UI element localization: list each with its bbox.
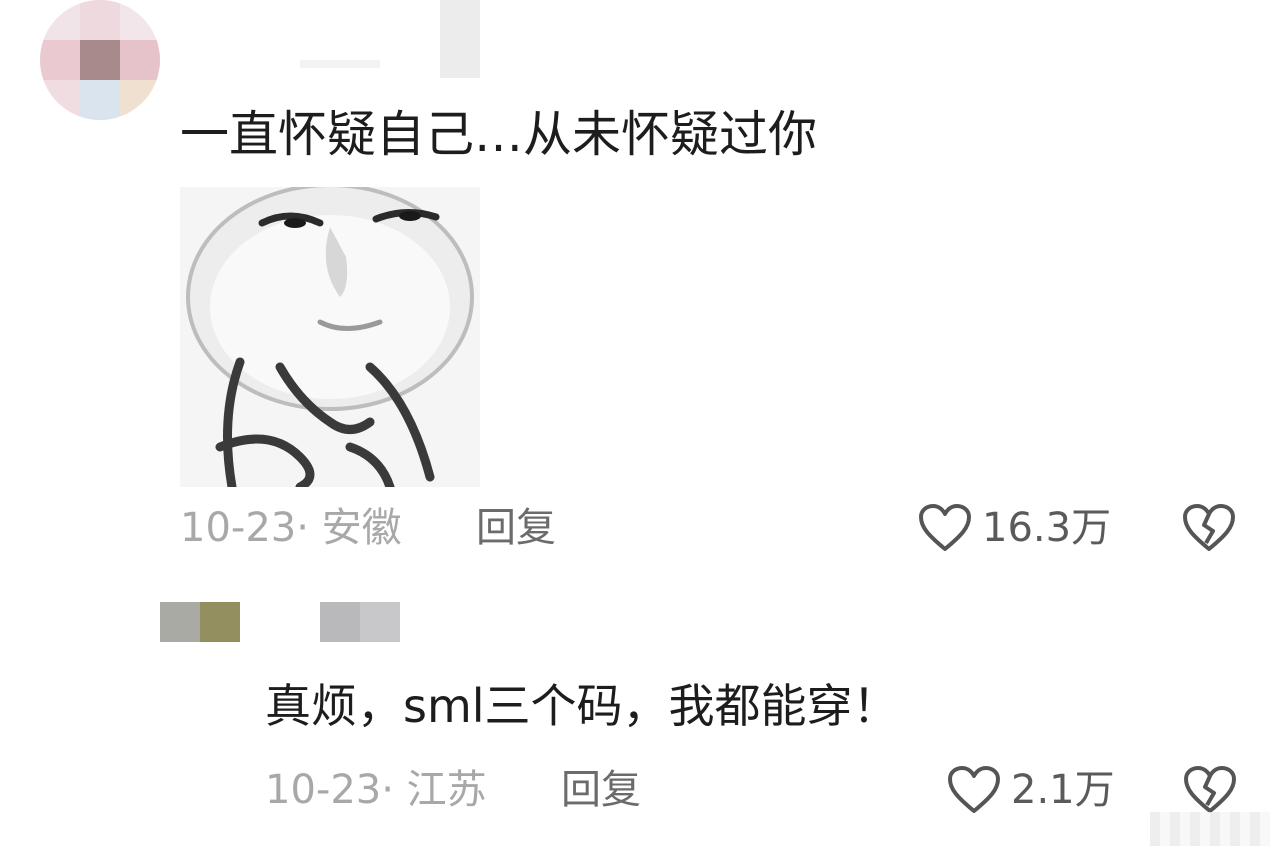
reply-button[interactable]: 回复 — [561, 762, 641, 818]
comment-text: 一直怀疑自己…从未怀疑过你 — [180, 106, 818, 163]
comment-date-location: 10-23· 安徽 — [180, 505, 402, 551]
heart-outline-icon — [947, 765, 1001, 815]
watermark — [1150, 812, 1270, 846]
reply-button[interactable]: 回复 — [476, 500, 556, 556]
comment-meta: 10-23· 安徽 回复 16.3万 — [180, 500, 1280, 556]
like-count: 16.3万 — [982, 505, 1112, 551]
heart-outline-icon — [918, 503, 972, 553]
broken-heart-icon[interactable] — [1183, 765, 1237, 815]
comment-meta: 10-23· 江苏 回复 2.1万 — [265, 762, 1280, 818]
comment-date-location: 10-23· 江苏 — [265, 767, 487, 813]
like-button[interactable]: 2.1万 — [947, 762, 1117, 818]
meme-sticker-image[interactable] — [180, 187, 480, 487]
username-blurred[interactable] — [320, 602, 400, 642]
like-button[interactable]: 16.3万 — [918, 500, 1118, 556]
avatar[interactable] — [40, 0, 160, 120]
username-blurred[interactable] — [440, 0, 480, 78]
like-count: 2.1万 — [1011, 767, 1115, 813]
comment-text: 真烦，sml三个码，我都能穿！ — [265, 679, 899, 733]
broken-heart-icon[interactable] — [1182, 503, 1236, 553]
avatar[interactable] — [160, 602, 240, 642]
username-blurred-fragment — [300, 60, 380, 68]
